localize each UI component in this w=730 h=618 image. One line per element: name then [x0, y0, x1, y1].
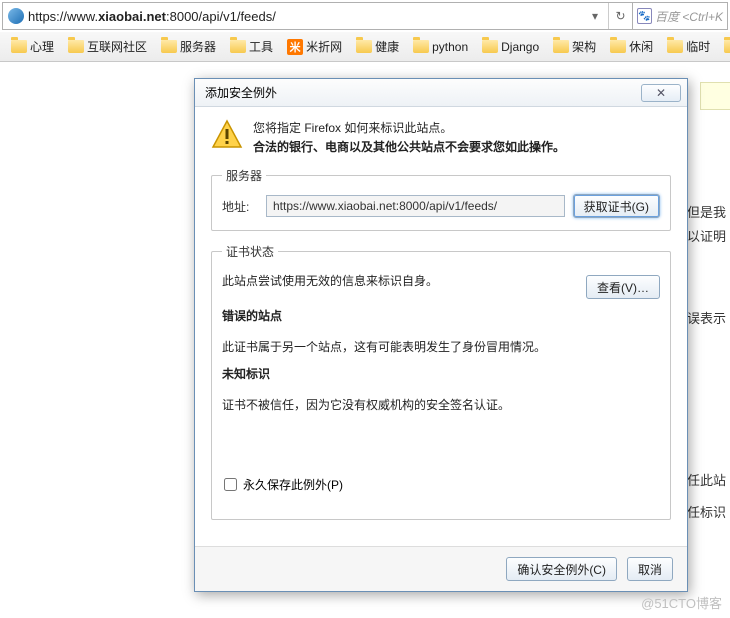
address-label: 地址:: [222, 198, 258, 215]
bookmark-item[interactable]: Django: [476, 37, 545, 57]
permanent-checkbox[interactable]: [224, 478, 237, 491]
bookmark-label: 工具: [249, 38, 273, 55]
bookmark-item[interactable]: 临时: [661, 35, 716, 58]
folder-icon: [610, 40, 626, 53]
security-exception-dialog: 添加安全例外 ✕ 您将指定 Firefox 如何来标识此站点。 合法的银行、电商…: [194, 78, 688, 592]
watermark: @51CTO博客: [641, 593, 722, 612]
confirm-label: 确认安全例外(C): [517, 563, 606, 577]
bookmark-label: 服务器: [180, 38, 216, 55]
permanent-label: 永久保存此例外(P): [243, 476, 343, 493]
bg-text: 以证明: [687, 226, 726, 245]
bookmark-item[interactable]: 服务器: [155, 35, 222, 58]
dialog-body: 您将指定 Firefox 如何来标识此站点。 合法的银行、电商以及其他公共站点不…: [195, 107, 687, 546]
dialog-titlebar[interactable]: 添加安全例外 ✕: [195, 79, 687, 107]
url-text: https://www.xiaobai.net:8000/api/v1/feed…: [28, 9, 587, 24]
dialog-title: 添加安全例外: [205, 84, 277, 101]
confirm-exception-button[interactable]: 确认安全例外(C): [506, 557, 617, 581]
url-bar: https://www.xiaobai.net:8000/api/v1/feed…: [2, 2, 728, 30]
get-cert-label: 获取证书(G): [584, 200, 649, 214]
folder-icon: [68, 40, 84, 53]
bookmark-item[interactable]: 架构: [547, 35, 602, 58]
wrong-site-text: 此证书属于另一个站点，这有可能表明发生了身份冒用情况。: [222, 336, 660, 359]
close-icon: ✕: [656, 86, 666, 100]
bookmarks-bar: 心理 互联网社区 服务器 工具米米折网 健康 python Django 架构 休闲 临时数据库: [0, 32, 730, 62]
close-button[interactable]: ✕: [641, 84, 681, 102]
bookmark-item[interactable]: 数据库: [718, 35, 730, 58]
bookmark-label: 心理: [30, 38, 54, 55]
intro-row: 您将指定 Firefox 如何来标识此站点。 合法的银行、电商以及其他公共站点不…: [211, 119, 671, 157]
wrong-site-heading: 错误的站点: [222, 305, 660, 328]
address-input[interactable]: [266, 195, 565, 217]
cancel-label: 取消: [638, 563, 662, 577]
bookmark-item[interactable]: 心理: [5, 35, 60, 58]
unknown-heading: 未知标识: [222, 363, 660, 386]
intro-text: 您将指定 Firefox 如何来标识此站点。 合法的银行、电商以及其他公共站点不…: [253, 119, 565, 157]
folder-icon: [482, 40, 498, 53]
bookmark-label: 休闲: [629, 38, 653, 55]
url-dropdown-icon[interactable]: ▾: [587, 9, 603, 23]
server-row: 地址: 获取证书(G): [222, 194, 660, 218]
bg-text: 任标识: [687, 502, 726, 521]
dialog-footer: 确认安全例外(C) 取消: [195, 546, 687, 591]
bookmark-label: 临时: [686, 38, 710, 55]
folder-icon: [724, 40, 730, 53]
bookmark-label: 健康: [375, 38, 399, 55]
bookmark-item[interactable]: 互联网社区: [62, 35, 153, 58]
mi-icon: 米: [287, 39, 303, 55]
search-placeholder: 百度 <Ctrl+K: [655, 8, 723, 25]
get-certificate-button[interactable]: 获取证书(G): [573, 194, 660, 218]
view-certificate-button[interactable]: 查看(V)…: [586, 275, 660, 299]
bg-text: 任此站: [687, 470, 726, 489]
unknown-text: 证书不被信任，因为它没有权威机构的安全签名认证。: [222, 394, 660, 417]
reload-button[interactable]: ↻: [608, 3, 632, 29]
folder-icon: [667, 40, 683, 53]
folder-icon: [11, 40, 27, 53]
folder-icon: [161, 40, 177, 53]
folder-icon: [356, 40, 372, 53]
bookmark-label: python: [432, 40, 468, 54]
notification-strip: [700, 82, 730, 110]
folder-icon: [553, 40, 569, 53]
bookmark-label: 米折网: [306, 38, 342, 55]
bookmark-label: 互联网社区: [87, 38, 147, 55]
bookmark-item[interactable]: 健康: [350, 35, 405, 58]
bookmark-item[interactable]: 米米折网: [281, 35, 348, 58]
cert-status-legend: 证书状态: [222, 243, 278, 260]
server-fieldset: 服务器 地址: 获取证书(G): [211, 167, 671, 231]
permanent-checkbox-row: 永久保存此例外(P): [224, 476, 660, 493]
cert-status-fieldset: 证书状态 此站点尝试使用无效的信息来标识自身。 查看(V)… 错误的站点 此证书…: [211, 243, 671, 520]
url-field[interactable]: https://www.xiaobai.net:8000/api/v1/feed…: [3, 8, 608, 24]
server-legend: 服务器: [222, 167, 266, 184]
url-suffix: :8000/api/v1/feeds/: [166, 9, 276, 24]
warning-icon: [211, 119, 243, 149]
url-prefix: https://www.: [28, 9, 98, 24]
view-label: 查看(V)…: [597, 281, 649, 295]
cert-status-body: 此站点尝试使用无效的信息来标识自身。 查看(V)… 错误的站点 此证书属于另一个…: [222, 270, 660, 416]
intro-line1: 您将指定 Firefox 如何来标识此站点。: [253, 119, 565, 138]
bookmark-item[interactable]: 工具: [224, 35, 279, 58]
bookmark-item[interactable]: 休闲: [604, 35, 659, 58]
url-host: xiaobai.net: [98, 9, 166, 24]
cancel-button[interactable]: 取消: [627, 557, 673, 581]
bookmark-label: 架构: [572, 38, 596, 55]
bg-text: 误表示: [687, 308, 726, 327]
folder-icon: [230, 40, 246, 53]
baidu-icon: 🐾: [637, 8, 652, 24]
bookmark-label: Django: [501, 40, 539, 54]
globe-icon: [8, 8, 24, 24]
intro-line2: 合法的银行、电商以及其他公共站点不会要求您如此操作。: [253, 138, 565, 157]
search-box[interactable]: 🐾 百度 <Ctrl+K: [632, 3, 727, 29]
folder-icon: [413, 40, 429, 53]
bookmark-item[interactable]: python: [407, 37, 474, 57]
